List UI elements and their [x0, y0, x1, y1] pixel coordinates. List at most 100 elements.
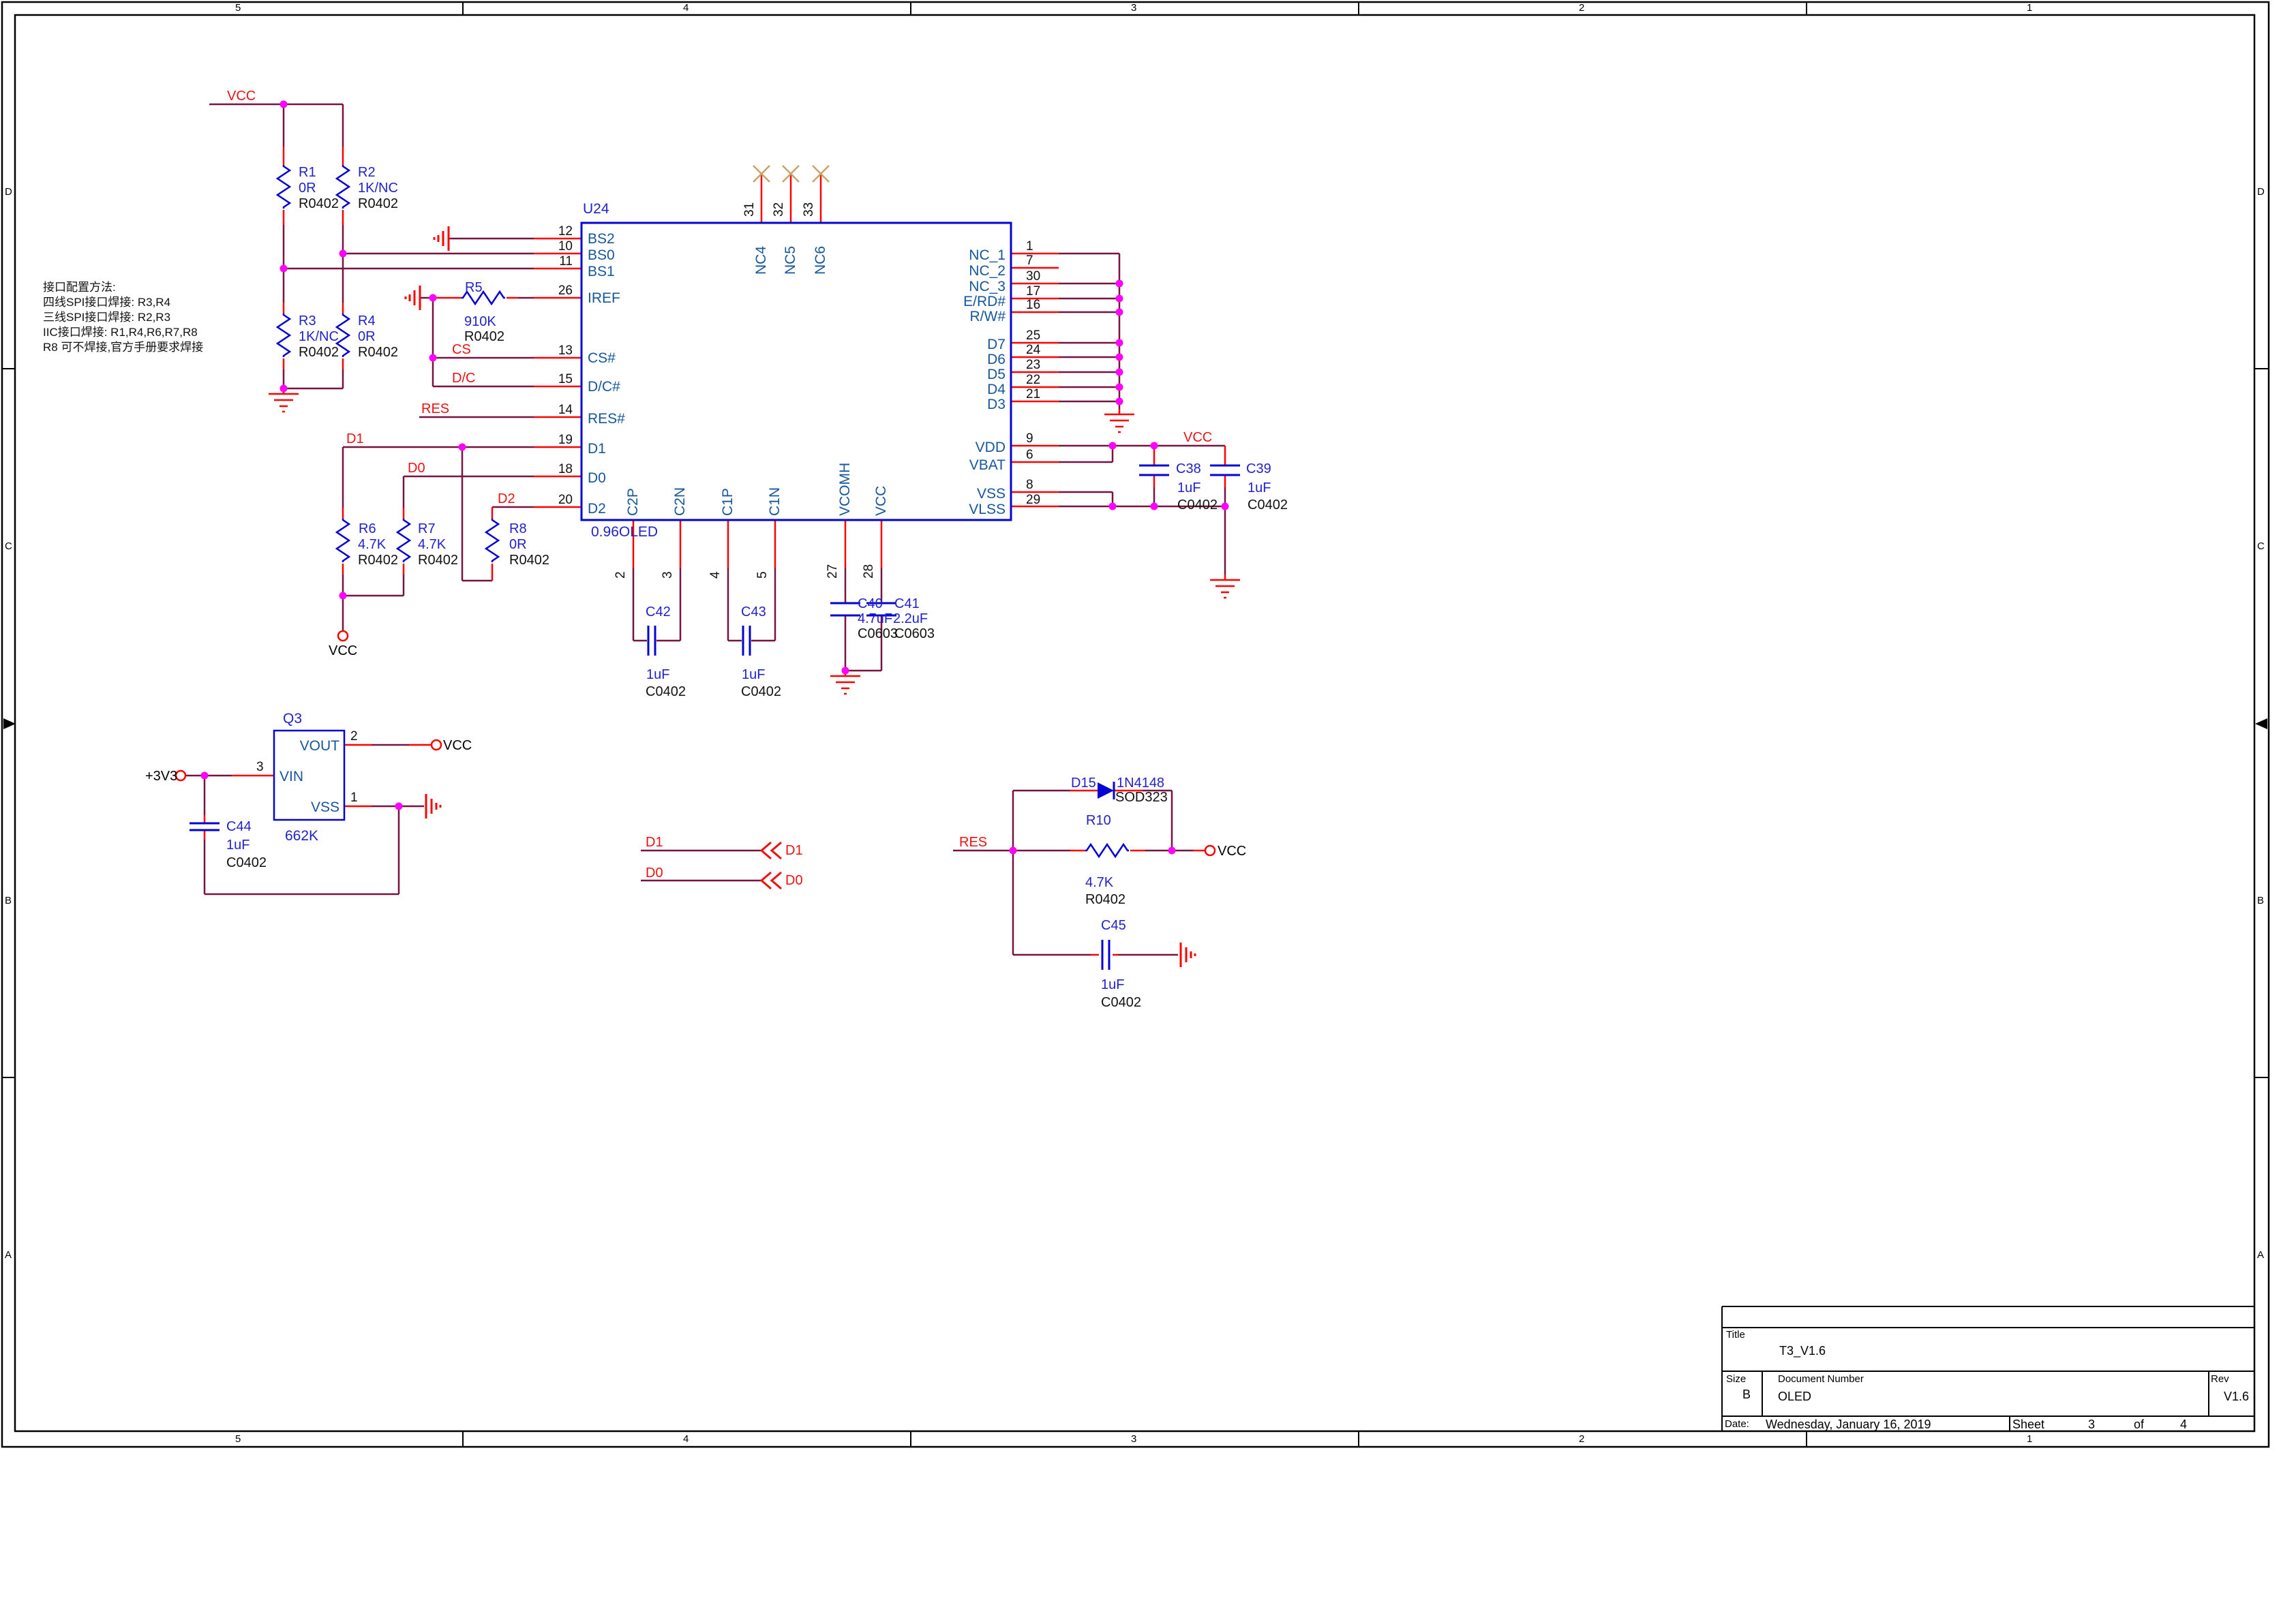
u24-pin10-num: 10	[504, 240, 573, 253]
r10-ref: R10	[1086, 814, 1111, 827]
zone-bottom-3: 3	[1131, 1434, 1136, 1444]
c43-footprint: C0402	[741, 685, 781, 699]
u24-pin-vbat: VBAT	[896, 458, 1006, 472]
offpage-arrow-label-d1: D1	[785, 844, 803, 857]
sheet-total: 4	[2180, 1418, 2187, 1430]
u24-pin-nc2: NC_2	[896, 264, 1006, 278]
zone-bottom-4: 4	[683, 1434, 689, 1444]
r8-value: 0R	[509, 538, 527, 551]
zone-bottom-2: 2	[1579, 1434, 1584, 1444]
u24-pin26-num: 26	[504, 284, 573, 297]
capacitor-c45	[1102, 940, 1109, 970]
capacitor-c40	[830, 603, 860, 615]
u24-pin30-num: 30	[1026, 270, 1040, 283]
right-center-arrow-icon	[2255, 718, 2267, 729]
size-value: B	[1742, 1388, 1751, 1401]
u24-pin-nc6: NC6	[813, 246, 828, 275]
r5-value: 910K	[464, 315, 496, 328]
u24-pin-bs0: BS0	[588, 248, 615, 262]
c38-value: 1uF	[1177, 481, 1200, 495]
r2-footprint: R0402	[358, 197, 398, 211]
vcc-power-icon	[1205, 846, 1215, 855]
r5-footprint: R0402	[464, 330, 504, 343]
r7-ref: R7	[418, 522, 436, 536]
schematic-sheet: 5 4 3 2 1 5 4 3 2 1 D C B A D C B A 接口配置…	[0, 0, 2296, 1622]
u24-pin-d0: D0	[588, 471, 606, 485]
resistor-r8	[486, 519, 498, 562]
c43-ref: C43	[741, 605, 766, 619]
zone-top-3: 3	[1131, 3, 1136, 13]
u24-pin-vss: VSS	[896, 487, 1006, 501]
q3-pin1-num: 1	[350, 791, 358, 804]
u24-pin-nc4: NC4	[754, 246, 768, 275]
u24-pin5-num: 5	[756, 571, 769, 579]
r2-ref: R2	[358, 166, 376, 179]
r2-value: 1K/NC	[358, 181, 398, 195]
r8-ref: R8	[509, 522, 527, 536]
doc-number-value: OLED	[1778, 1390, 1811, 1403]
resistor-r6	[337, 519, 349, 562]
r6-footprint: R0402	[358, 553, 398, 567]
q3-ref: Q3	[283, 711, 302, 726]
u24-pin-d3: D3	[896, 397, 1006, 412]
u24-pin-c2p: C2P	[626, 488, 640, 516]
u24-pin-vdd: VDD	[896, 440, 1006, 455]
c44-footprint: C0402	[226, 856, 267, 870]
sheet-of-label: of	[2134, 1418, 2144, 1430]
date-label: Date:	[1725, 1419, 1749, 1429]
net-label-res: RES	[421, 402, 449, 416]
doc-number-label: Document Number	[1778, 1374, 1864, 1384]
vcc-power-icon	[432, 740, 441, 750]
u24-pin-cs: CS#	[588, 351, 616, 365]
capacitor-c44	[190, 823, 220, 830]
u24-pin3-num: 3	[661, 571, 674, 579]
gnd-icon	[1210, 575, 1240, 598]
net-label-vcc: VCC	[227, 89, 256, 103]
title-label: Title	[1726, 1330, 1745, 1340]
title-value: T3_V1.6	[1779, 1345, 1826, 1357]
u24-pin-bs2: BS2	[588, 232, 615, 246]
u24-pin-bs1: BS1	[588, 264, 615, 279]
sheet-number: 3	[2088, 1418, 2095, 1430]
r3-footprint: R0402	[299, 346, 339, 359]
u24-pin6-num: 6	[1026, 448, 1033, 461]
r8-footprint: R0402	[509, 553, 549, 567]
offpage-label-d0: D0	[646, 866, 663, 880]
c45-ref: C45	[1101, 919, 1126, 932]
u24-pin32-num: 32	[772, 202, 785, 217]
c38-footprint: C0402	[1177, 498, 1218, 512]
date-value: Wednesday, January 16, 2019	[1766, 1418, 1931, 1430]
q3-pin-vss: VSS	[278, 800, 339, 814]
r10-value: 4.7K	[1085, 876, 1113, 889]
capacitor-c43	[743, 626, 750, 656]
rev-value: V1.6	[2224, 1390, 2249, 1403]
c42-value: 1uF	[646, 668, 669, 682]
r3-value: 1K/NC	[299, 330, 339, 343]
c39-value: 1uF	[1248, 481, 1271, 495]
r1-ref: R1	[299, 166, 316, 179]
net-label-res-2: RES	[959, 836, 987, 849]
capacitor-c39	[1210, 465, 1240, 475]
resistor-r1	[277, 165, 290, 209]
u24-pin-res: RES#	[588, 412, 625, 426]
u24-pin9-num: 9	[1026, 432, 1033, 445]
c42-ref: C42	[646, 605, 671, 619]
u24-pin4-num: 4	[709, 571, 722, 579]
u24-pin14-num: 14	[504, 403, 573, 416]
r4-ref: R4	[358, 314, 376, 328]
c40-footprint: C0603	[858, 627, 898, 641]
capacitor-c38	[1139, 465, 1169, 475]
gnd-icon	[1104, 409, 1134, 432]
note-line-1: 接口配置方法:	[43, 281, 116, 293]
d15-footprint: SOD323	[1115, 791, 1168, 804]
u24-pin13-num: 13	[504, 344, 573, 357]
zone-right-b: B	[2257, 896, 2264, 906]
offpage-connector-icons[interactable]	[761, 842, 781, 889]
earth-icon	[406, 286, 420, 310]
diode-d15[interactable]	[1098, 782, 1114, 799]
c41-ref: C41	[894, 597, 920, 611]
u24-pin-nc3: NC_3	[896, 279, 1006, 294]
u24-pin22-num: 22	[1026, 373, 1040, 386]
zone-right-c: C	[2257, 541, 2265, 551]
size-label: Size	[1726, 1374, 1746, 1384]
